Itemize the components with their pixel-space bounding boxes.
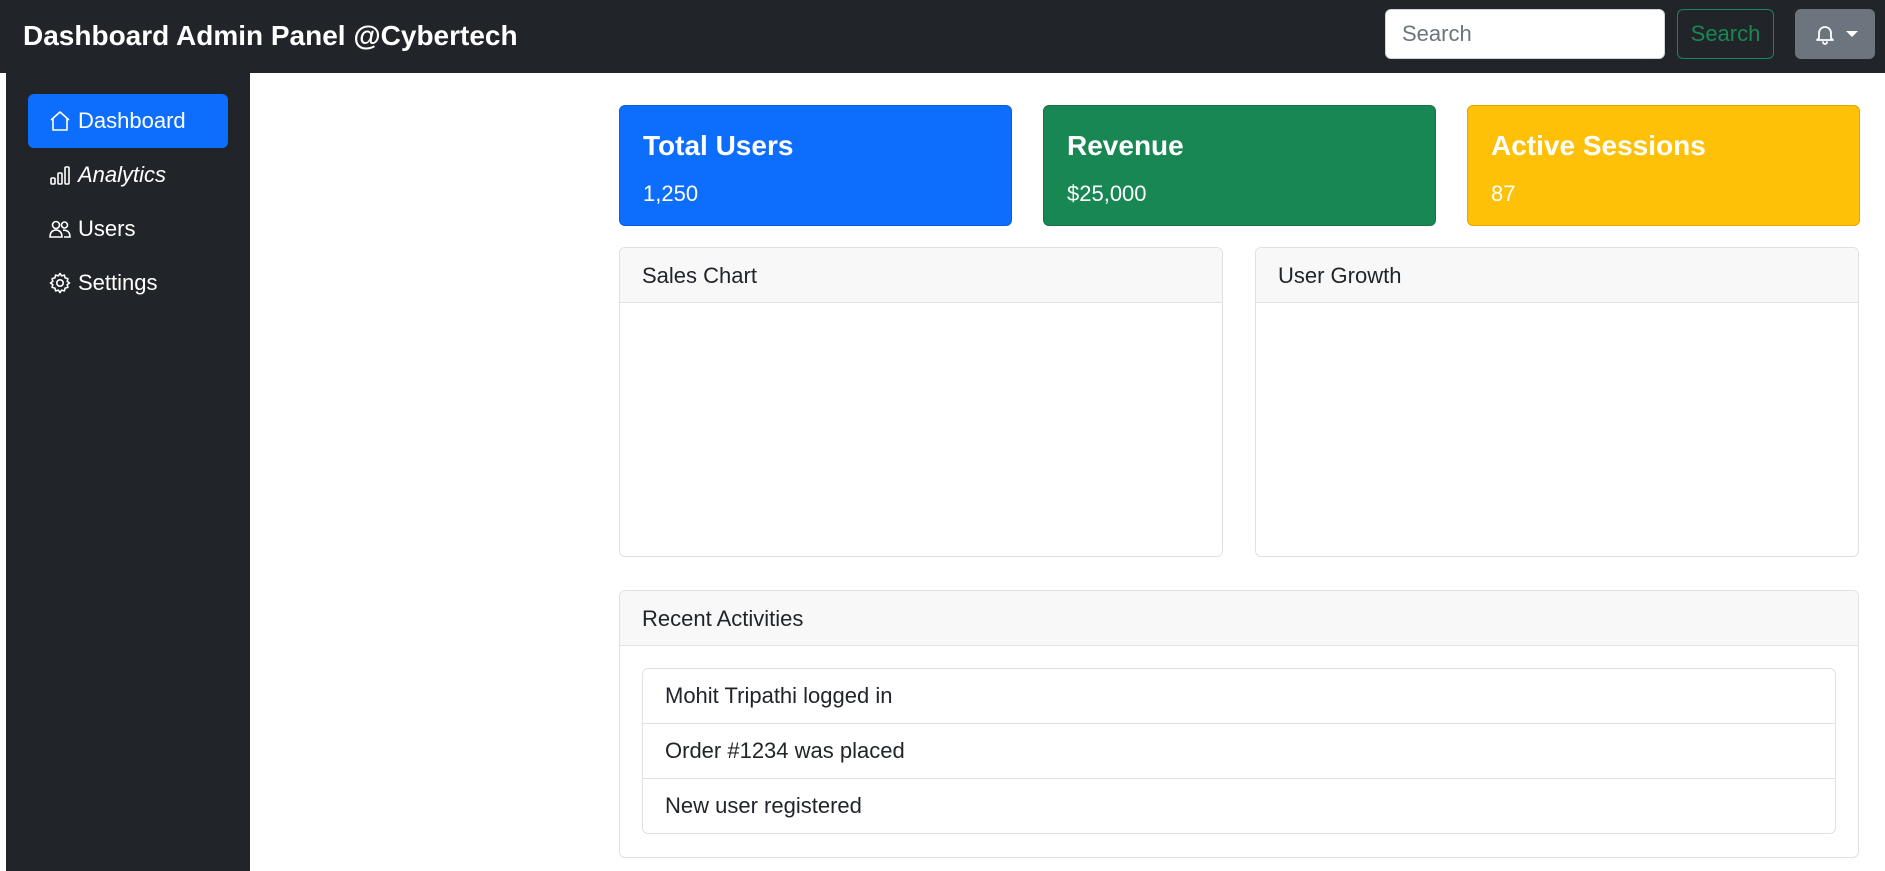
home-icon bbox=[50, 111, 70, 131]
sidebar-item-users[interactable]: Users bbox=[28, 202, 228, 256]
list-item: New user registered bbox=[643, 779, 1835, 833]
search-button[interactable]: Search bbox=[1677, 9, 1774, 59]
activity-list: Mohit Tripathi logged in Order #1234 was… bbox=[642, 668, 1836, 834]
stat-card-total-users: Total Users 1,250 bbox=[619, 105, 1012, 226]
stat-card-revenue: Revenue $25,000 bbox=[1043, 105, 1436, 226]
search-input[interactable] bbox=[1385, 9, 1665, 59]
user-growth-canvas bbox=[1256, 303, 1858, 556]
activity-text: New user registered bbox=[665, 793, 862, 818]
stat-title: Active Sessions bbox=[1491, 130, 1706, 161]
sidebar-item-dashboard[interactable]: Dashboard bbox=[28, 94, 228, 148]
panel-header: Recent Activities bbox=[620, 591, 1858, 646]
chevron-down-icon bbox=[1846, 31, 1858, 37]
panel-header: User Growth bbox=[1256, 248, 1858, 303]
stat-title: Revenue bbox=[1067, 130, 1184, 161]
sidebar-item-label: Users bbox=[78, 216, 136, 241]
stat-card-active-sessions: Active Sessions 87 bbox=[1467, 105, 1860, 226]
sidebar-item-analytics[interactable]: Analytics bbox=[28, 148, 228, 202]
sales-chart-canvas bbox=[620, 303, 1222, 556]
user-growth-panel: User Growth bbox=[1255, 247, 1859, 557]
brand-title[interactable]: Dashboard Admin Panel @Cybertech bbox=[23, 20, 518, 52]
notifications-dropdown-button[interactable] bbox=[1795, 9, 1875, 59]
activity-text: Mohit Tripathi logged in bbox=[665, 683, 893, 708]
recent-activities-panel: Recent Activities Mohit Tripathi logged … bbox=[619, 590, 1859, 858]
list-item: Mohit Tripathi logged in bbox=[643, 669, 1835, 724]
top-navbar: Dashboard Admin Panel @Cybertech Search bbox=[0, 0, 1885, 73]
panel-title: Sales Chart bbox=[642, 263, 757, 288]
panel-title: Recent Activities bbox=[642, 606, 804, 631]
sidebar: Dashboard Analytics Users Settings bbox=[6, 73, 250, 871]
stat-value: $25,000 bbox=[1067, 181, 1147, 206]
users-icon bbox=[49, 220, 71, 238]
sales-chart-panel: Sales Chart bbox=[619, 247, 1223, 557]
panel-header: Sales Chart bbox=[620, 248, 1222, 303]
sidebar-item-label: Settings bbox=[78, 270, 158, 295]
stat-title: Total Users bbox=[643, 130, 794, 161]
panel-title: User Growth bbox=[1278, 263, 1402, 288]
activity-text: Order #1234 was placed bbox=[665, 738, 905, 763]
bell-icon bbox=[1816, 26, 1834, 45]
sidebar-item-settings[interactable]: Settings bbox=[28, 256, 228, 310]
sidebar-item-label: Analytics bbox=[78, 162, 167, 187]
sidebar-item-label: Dashboard bbox=[78, 108, 186, 133]
list-item: Order #1234 was placed bbox=[643, 724, 1835, 779]
stat-value: 1,250 bbox=[643, 181, 699, 206]
gear-icon bbox=[49, 272, 71, 294]
stat-value: 87 bbox=[1491, 181, 1516, 206]
bar-chart-icon bbox=[50, 166, 70, 185]
